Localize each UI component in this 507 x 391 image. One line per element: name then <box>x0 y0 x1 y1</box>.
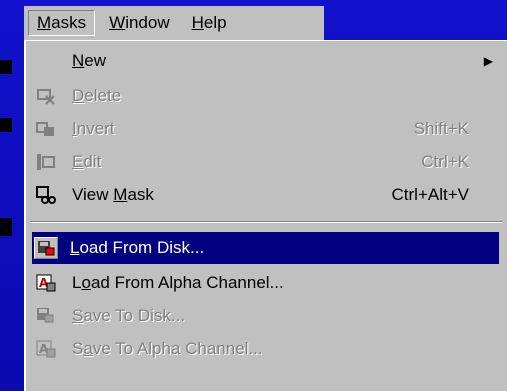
save-disk-icon <box>34 305 58 327</box>
menu-help[interactable]: Help <box>184 11 235 35</box>
menu-item-edit[interactable]: Edit Ctrl+K <box>32 146 499 178</box>
menu-separator <box>30 221 503 223</box>
menu-item-label: Invert <box>72 119 115 138</box>
menu-bar: Masks Window Help <box>24 6 324 40</box>
menu-item-label: View Mask <box>72 185 154 204</box>
view-mask-icon <box>34 184 58 206</box>
load-disk-icon <box>34 237 58 259</box>
menu-item-label: Load From Alpha Channel... <box>72 273 284 292</box>
menu-item-label: Save To Disk... <box>72 306 186 325</box>
background-window-edge <box>0 40 24 391</box>
menu-item-shortcut: Ctrl+Alt+V <box>391 185 469 204</box>
menu-item-view-mask[interactable]: View Mask Ctrl+Alt+V <box>32 179 499 211</box>
menu-item-delete[interactable]: Delete <box>32 80 499 112</box>
menu-item-load-from-alpha[interactable]: A Load From Alpha Channel... <box>32 267 499 299</box>
menu-item-shortcut: Ctrl+K <box>421 152 469 171</box>
menu-item-label: Load From Disk... <box>70 238 205 257</box>
menu-window[interactable]: Window <box>101 11 177 35</box>
invert-mask-icon <box>34 118 58 140</box>
menu-item-load-from-disk[interactable]: Load From Disk... <box>32 232 499 264</box>
menu-item-invert[interactable]: Invert Shift+K <box>32 113 499 145</box>
save-alpha-icon: A <box>34 338 58 360</box>
menu-item-label: Save To Alpha Channel... <box>72 339 263 358</box>
menu-item-label: Delete <box>72 86 122 105</box>
menu-item-label: Edit <box>72 152 102 171</box>
delete-mask-icon <box>34 85 58 107</box>
masks-dropdown-menu: New ▶ Delete Invert Shift+K Edit Ctrl+K … <box>24 40 507 391</box>
menu-item-save-to-disk[interactable]: Save To Disk... <box>32 300 499 332</box>
edit-mask-icon <box>34 151 58 173</box>
menu-masks[interactable]: Masks <box>28 10 96 36</box>
menu-item-save-to-alpha[interactable]: A Save To Alpha Channel... <box>32 333 499 365</box>
menu-item-new[interactable]: New ▶ <box>32 45 499 77</box>
submenu-arrow-icon: ▶ <box>483 54 493 68</box>
menu-item-shortcut: Shift+K <box>413 119 469 138</box>
load-alpha-icon: A <box>34 272 58 294</box>
menu-item-label: New <box>72 51 107 70</box>
